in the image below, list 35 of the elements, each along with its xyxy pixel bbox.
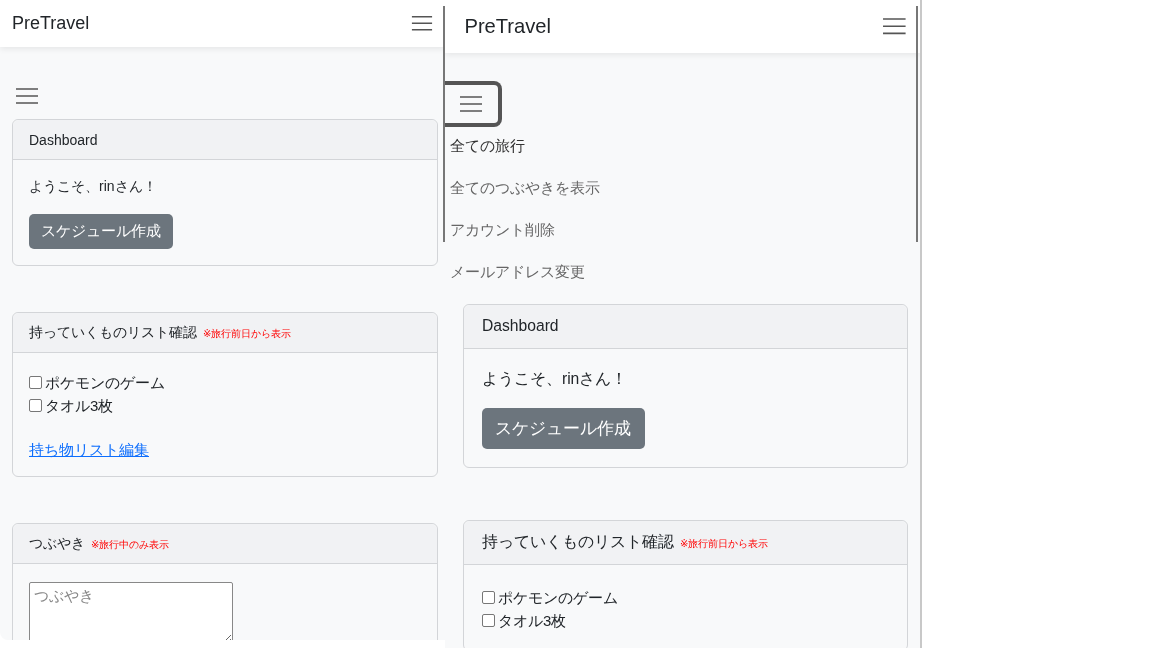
- create-schedule-button[interactable]: スケジュール作成: [29, 214, 173, 249]
- post-field[interactable]: つぶやき: [29, 582, 233, 640]
- card-title: 持っていくものリスト確認: [29, 323, 197, 342]
- sidebar-link[interactable]: 全てのつぶやきを表示: [450, 176, 600, 199]
- checklist-item-label: タオル3枚: [497, 610, 567, 631]
- checklist-item-label: タオル3枚: [45, 396, 114, 416]
- menu-icon: [15, 87, 39, 105]
- sidebar-link[interactable]: 全ての旅行: [450, 134, 525, 157]
- card-note: ※旅行中のみ表示: [91, 538, 170, 552]
- checkbox[interactable]: [29, 399, 42, 412]
- welcome-text: ようこそ、rinさん！: [29, 178, 158, 196]
- sidebar-toggle[interactable]: [445, 80, 502, 127]
- scrollbar-thumb[interactable]: [443, 6, 445, 242]
- edit-list-link[interactable]: 持ち物リスト編集: [29, 441, 149, 460]
- scrollbar-thumb[interactable]: [916, 6, 918, 242]
- menu-icon[interactable]: [411, 15, 433, 32]
- checkbox[interactable]: [29, 376, 42, 389]
- brand-name[interactable]: PreTravel: [12, 13, 90, 34]
- checklist-item-label: ポケモンのゲーム: [497, 587, 618, 608]
- card-note: ※旅行前日から表示: [679, 537, 769, 552]
- sidebar-link[interactable]: アカウント削除: [450, 218, 555, 241]
- card-note: ※旅行前日から表示: [203, 327, 292, 341]
- card-title: 持っていくものリスト確認: [481, 532, 674, 553]
- create-schedule-button[interactable]: スケジュール作成: [481, 408, 645, 450]
- menu-icon[interactable]: [881, 17, 907, 36]
- menu-icon: [459, 94, 483, 113]
- sidebar-link[interactable]: メールアドレス変更: [450, 260, 585, 283]
- checkbox[interactable]: [481, 590, 495, 604]
- card-title: Dashboard: [29, 131, 98, 148]
- card-title: Dashboard: [481, 317, 559, 336]
- card-title: つぶやき: [29, 534, 85, 553]
- checkbox[interactable]: [481, 613, 495, 627]
- checklist-item-label: ポケモンのゲーム: [45, 373, 165, 393]
- brand-name[interactable]: PreTravel: [464, 14, 552, 38]
- welcome-text: ようこそ、rinさん！: [481, 369, 629, 390]
